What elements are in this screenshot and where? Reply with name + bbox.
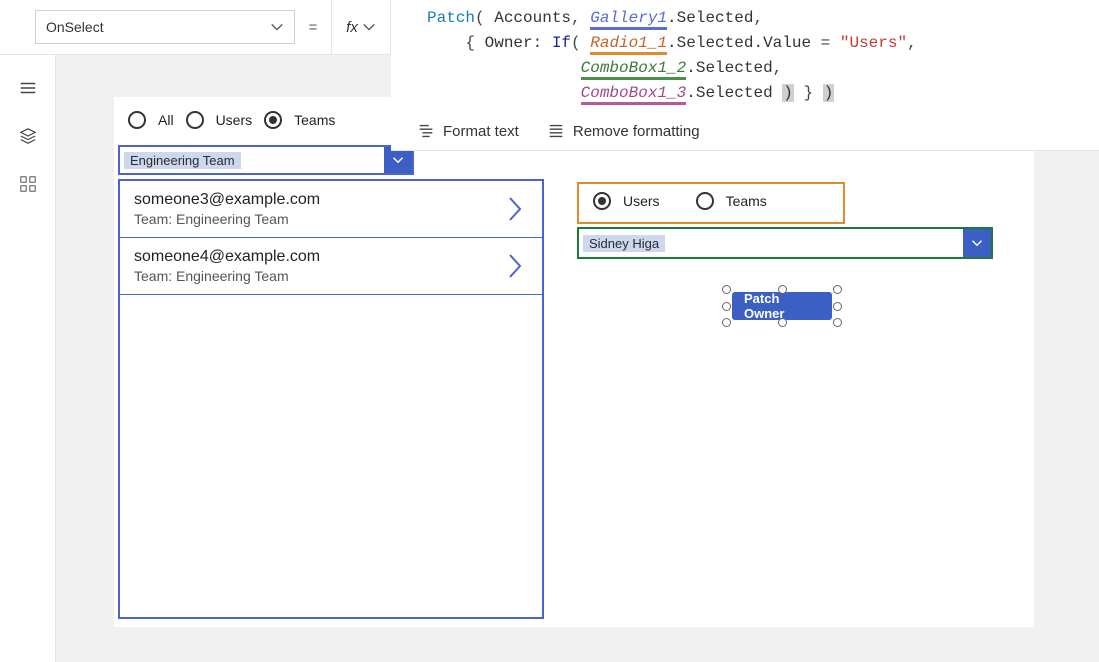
left-rail — [0, 55, 56, 662]
gallery-item-email: someone3@example.com — [134, 191, 528, 209]
chevron-down-icon — [971, 237, 983, 249]
format-text-label: Format text — [443, 123, 519, 140]
button-selection-bounds: Patch Owner — [726, 289, 838, 323]
format-text-icon — [417, 122, 435, 140]
radio-teams-right-label: Teams — [726, 193, 767, 209]
gallery-item[interactable]: someone4@example.com Team: Engineering T… — [120, 238, 542, 295]
chevron-right-icon[interactable] — [506, 195, 524, 223]
remove-formatting-icon — [547, 122, 565, 140]
right-combobox-value: Sidney Higa — [583, 235, 665, 252]
resize-handle-sw[interactable] — [722, 318, 731, 327]
remove-formatting-button[interactable]: Remove formatting — [547, 122, 700, 140]
radio-teams-label: Teams — [294, 112, 335, 128]
fx-label: fx — [346, 19, 358, 36]
radio-users-right[interactable] — [593, 192, 611, 210]
gallery-item-team: Team: Engineering Team — [134, 211, 528, 227]
resize-handle-n[interactable] — [778, 285, 787, 294]
left-combobox-value: Engineering Team — [124, 152, 241, 169]
remove-formatting-label: Remove formatting — [573, 123, 700, 140]
radio-users[interactable] — [186, 111, 204, 129]
resize-handle-nw[interactable] — [722, 285, 731, 294]
formula-code[interactable]: Patch( Accounts, Gallery1.Selected, { Ow… — [391, 0, 1099, 114]
patch-owner-button[interactable]: Patch Owner — [732, 292, 832, 320]
layers-icon[interactable] — [19, 127, 37, 145]
resize-handle-ne[interactable] — [833, 285, 842, 294]
radio-all-label: All — [158, 112, 174, 128]
app-canvas[interactable]: All Users Teams Engineering Team someone… — [114, 97, 1034, 627]
gallery-item-team: Team: Engineering Team — [134, 268, 528, 284]
gallery-item-email: someone4@example.com — [134, 248, 528, 266]
left-combobox[interactable]: Engineering Team — [118, 145, 414, 175]
patch-owner-label: Patch Owner — [744, 291, 820, 321]
radio-users-right-label: Users — [623, 193, 660, 209]
property-dropdown[interactable]: OnSelect — [35, 10, 295, 44]
chevron-down-icon — [362, 20, 376, 34]
format-toolbar: Format text Remove formatting — [391, 114, 1099, 150]
resize-handle-se[interactable] — [833, 318, 842, 327]
formula-bar-expanded[interactable]: Patch( Accounts, Gallery1.Selected, { Ow… — [391, 0, 1099, 151]
gallery[interactable]: someone3@example.com Team: Engineering T… — [118, 179, 544, 619]
equals-label: = — [295, 0, 331, 54]
resize-handle-s[interactable] — [778, 318, 787, 327]
radio-all[interactable] — [128, 111, 146, 129]
radio-users-label: Users — [216, 112, 253, 128]
gallery-item[interactable]: someone3@example.com Team: Engineering T… — [120, 181, 542, 238]
right-radio-group[interactable]: Users Teams — [577, 182, 845, 224]
radio-teams[interactable] — [264, 111, 282, 129]
format-text-button[interactable]: Format text — [417, 122, 519, 140]
chevron-right-icon[interactable] — [506, 252, 524, 280]
chevron-down-icon — [270, 20, 284, 34]
radio-teams-right[interactable] — [696, 192, 714, 210]
right-combobox-chevron[interactable] — [963, 229, 991, 257]
chevron-down-icon — [392, 154, 404, 166]
right-combobox[interactable]: Sidney Higa — [577, 227, 993, 259]
resize-handle-e[interactable] — [833, 302, 842, 311]
property-name: OnSelect — [46, 19, 104, 35]
fx-dropdown[interactable]: fx — [331, 0, 391, 54]
left-radio-group[interactable]: All Users Teams — [128, 111, 335, 129]
resize-handle-w[interactable] — [722, 302, 731, 311]
apps-icon[interactable] — [19, 175, 37, 193]
hamburger-icon[interactable] — [19, 79, 37, 97]
